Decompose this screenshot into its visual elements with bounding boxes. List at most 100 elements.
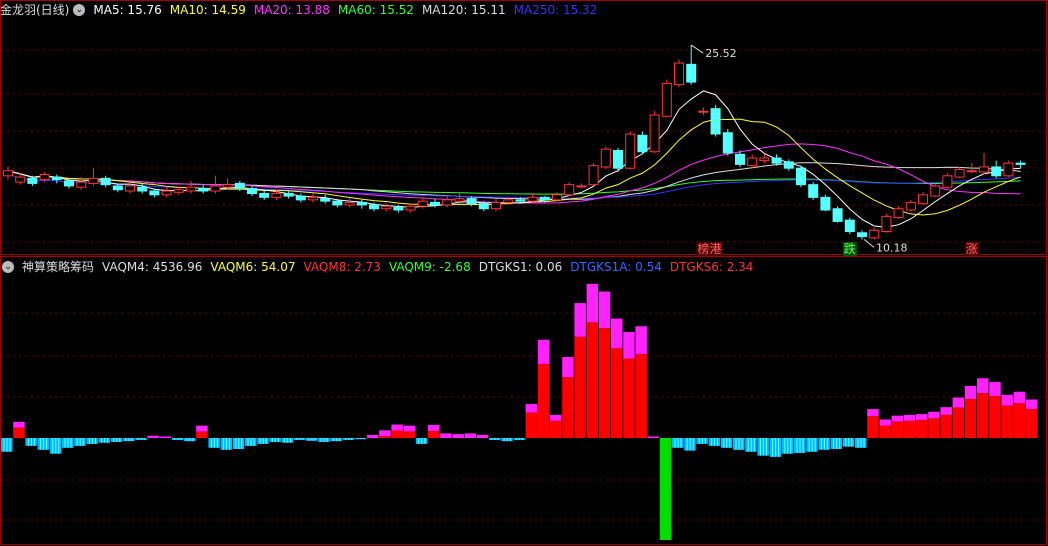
candle-body <box>405 205 416 211</box>
bar <box>379 436 391 438</box>
candle-body <box>576 185 587 188</box>
candle-body <box>88 177 99 184</box>
candle-body <box>149 190 160 196</box>
candle-body <box>222 184 233 188</box>
bar-cap <box>367 434 379 438</box>
bar-cap <box>916 414 928 421</box>
candle-body <box>478 203 489 210</box>
low-price-label: 10.18 <box>876 241 908 254</box>
bar-cap <box>891 415 904 422</box>
candle-body <box>625 133 636 169</box>
candle-body <box>710 108 721 135</box>
candle-body <box>771 157 782 164</box>
bar-cap <box>537 339 550 365</box>
bar <box>1013 403 1026 438</box>
bar-cap <box>623 332 635 359</box>
candle-body <box>881 215 892 233</box>
bar <box>659 438 672 540</box>
signal-marker: 跌 <box>844 241 856 256</box>
bar-cap <box>1001 394 1013 406</box>
candle-body <box>295 195 306 201</box>
bar-cap <box>440 433 452 438</box>
candle-body <box>234 182 245 189</box>
candle-body <box>3 170 13 177</box>
candle-body <box>698 110 709 113</box>
bar-cap <box>867 409 879 417</box>
bar-cap <box>964 385 977 399</box>
bar <box>525 412 538 438</box>
candle-body <box>173 189 184 193</box>
candle-body <box>600 148 611 168</box>
bar <box>916 420 928 438</box>
bar <box>623 358 635 438</box>
bar <box>867 416 879 438</box>
candle-body <box>27 177 38 184</box>
ma10-line <box>7 118 1021 216</box>
candle-body <box>991 166 1002 177</box>
bar-cap <box>476 434 489 438</box>
candle-body <box>869 229 880 239</box>
candle-body <box>442 199 453 206</box>
candle-body <box>198 187 209 192</box>
candle-body <box>918 194 928 205</box>
bar <box>13 427 25 438</box>
candle-body <box>515 199 526 202</box>
candle-body <box>539 196 550 201</box>
bar <box>428 430 440 438</box>
bar-cap <box>525 404 538 413</box>
candle-body <box>1003 162 1014 177</box>
candle-body <box>942 175 953 188</box>
sub-panel-frame <box>0 256 1047 545</box>
bar-cap <box>391 424 403 431</box>
bar <box>989 396 1001 438</box>
candle-body <box>137 186 148 192</box>
bar-cap <box>1013 391 1026 404</box>
bar-cap <box>879 419 891 426</box>
candle-body <box>564 184 575 196</box>
candle-body <box>100 177 111 186</box>
candle-body <box>722 132 733 154</box>
bar-cap <box>586 283 599 323</box>
candle-body <box>125 185 135 192</box>
candle-body <box>369 204 379 210</box>
bar-cap <box>635 326 647 355</box>
bar <box>196 431 208 438</box>
candle-body <box>186 186 196 192</box>
ma250-line <box>7 174 1021 199</box>
candle-body <box>552 194 562 201</box>
candle-body <box>674 62 684 86</box>
signal-marker: 榜 <box>697 241 709 256</box>
candle-body <box>161 190 172 196</box>
candle-body <box>1015 162 1026 165</box>
candle-body <box>466 198 477 205</box>
candle-body <box>661 82 672 117</box>
high-pointer <box>690 44 704 54</box>
candle-body <box>283 193 294 197</box>
bar-cap <box>611 318 623 349</box>
candle-body <box>344 201 355 206</box>
candle-body <box>966 170 977 173</box>
candle-body <box>796 167 806 186</box>
bar <box>550 420 562 438</box>
bar-cap <box>574 303 586 337</box>
bar-cap <box>1025 399 1038 410</box>
low-pointer <box>863 238 875 248</box>
bar-cap <box>977 378 989 394</box>
bar <box>891 421 904 438</box>
bar-cap <box>647 436 660 438</box>
high-price-label: 25.52 <box>705 47 737 60</box>
bar-cap <box>989 382 1001 397</box>
candle-body <box>332 200 343 206</box>
bar <box>1025 409 1038 438</box>
bar-cap <box>562 357 574 378</box>
candle-body <box>759 157 770 162</box>
bar-cap <box>428 424 440 431</box>
candle-body <box>930 185 941 197</box>
bar-cap <box>598 291 611 329</box>
bar-cap <box>464 433 477 438</box>
candle-body <box>259 193 270 198</box>
bar-cap <box>196 425 208 432</box>
bar-cap <box>159 436 172 438</box>
bar <box>562 377 574 438</box>
candle-body <box>393 206 404 211</box>
